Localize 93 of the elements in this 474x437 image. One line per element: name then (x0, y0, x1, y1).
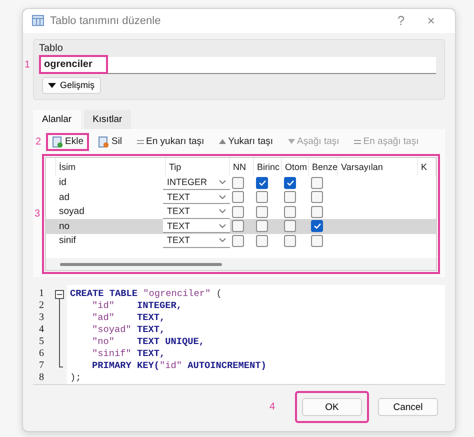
chevron-icon (219, 194, 226, 199)
type-dropdown[interactable]: TEXT (163, 234, 230, 248)
type-dropdown[interactable]: TEXT (163, 219, 230, 234)
column-header: NN (230, 158, 254, 176)
checkbox[interactable] (311, 234, 323, 247)
toolbar-button[interactable]: Ekle (49, 136, 86, 148)
line-number: 8 (38, 372, 45, 384)
caret-icon (48, 82, 56, 88)
checkbox[interactable] (256, 234, 268, 247)
line-number: 4 (38, 324, 45, 336)
column-header: Otom (282, 158, 309, 176)
table-row[interactable]: ad TEXT (46, 190, 436, 204)
table-row[interactable]: id INTEGER (46, 176, 436, 190)
group-label: Tablo (39, 42, 64, 54)
checkmark-icon (314, 223, 320, 230)
table-cell-text: id (58, 176, 68, 190)
checkbox[interactable] (232, 234, 244, 247)
callout-number: 2 (35, 136, 41, 147)
code-line: CREATE TABLE "ogrenciler" ( (70, 288, 223, 300)
checkbox[interactable] (256, 191, 268, 204)
toolbar-button[interactable]: En yukarı taşı (134, 136, 208, 147)
document-icon (52, 136, 63, 148)
code-line: "soyad" TEXT, (91, 324, 166, 336)
tab[interactable]: Kısıtlar (84, 110, 132, 128)
tab[interactable]: Alanlar (33, 110, 81, 128)
checkbox[interactable] (256, 176, 268, 189)
line-number: 3 (38, 312, 45, 324)
checkbox[interactable] (311, 176, 323, 189)
checkmark-icon (286, 180, 294, 186)
table-row[interactable]: soyad TEXT (46, 204, 436, 219)
column-header: Varsayılan (338, 158, 418, 176)
checkbox[interactable] (256, 206, 268, 218)
line-number: 5 (38, 336, 45, 348)
chevron-icon (219, 238, 226, 242)
checkbox[interactable] (232, 176, 244, 189)
double-line-icon (137, 138, 144, 144)
checkbox[interactable] (311, 191, 323, 204)
checkbox[interactable] (232, 220, 244, 232)
advanced-button[interactable]: Gelişmiş (42, 76, 101, 94)
table-cell-text: no (58, 220, 71, 234)
toolbar-button[interactable]: Yukarı taşı (216, 136, 276, 147)
line-number: 2 (38, 300, 45, 312)
help-button[interactable]: ? (389, 13, 413, 28)
column-header: Birinc (254, 158, 282, 176)
close-button[interactable]: × (419, 13, 443, 28)
code-line: "id" INTEGER, (91, 300, 184, 312)
table-cell-text: sinif (58, 234, 77, 248)
type-dropdown[interactable]: INTEGER (163, 176, 230, 190)
toolbar-button[interactable]: Sil (95, 136, 126, 148)
checkmark-icon (258, 180, 266, 186)
callout-number: 4 (269, 402, 275, 412)
scrollbar-thumb[interactable] (60, 262, 222, 266)
checkbox[interactable] (284, 234, 296, 247)
fold-marker-icon (55, 290, 64, 368)
chevron-icon (219, 180, 226, 184)
double-line-icon (354, 138, 362, 144)
checkbox[interactable] (232, 206, 244, 218)
table-row[interactable]: no TEXT (46, 219, 436, 234)
checkbox[interactable] (232, 191, 244, 204)
column-header: İsim (56, 158, 166, 176)
window-title: Tablo tanımını düzenle (50, 14, 162, 27)
callout-number: 3 (34, 208, 40, 220)
code-line: "ad" TEXT, (91, 312, 166, 324)
code-line: PRIMARY KEY("id" AUTOINCREMENT) (91, 360, 268, 372)
table-cell-text: soyad (58, 205, 86, 219)
code-line: ); (70, 372, 82, 384)
checkbox[interactable] (284, 220, 296, 232)
callout-number: 1 (24, 60, 30, 70)
line-number: 7 (38, 360, 45, 372)
table-icon (32, 15, 44, 26)
type-dropdown[interactable]: TEXT (163, 204, 230, 219)
column-header: K (418, 158, 436, 176)
up-triangle-icon (219, 139, 226, 144)
chevron-icon (219, 209, 226, 214)
line-number: 6 (38, 348, 45, 360)
table-cell-text: ad (58, 190, 71, 204)
table-name-field[interactable]: ogrenciler (39, 56, 436, 74)
dialog-button[interactable]: Cancel (378, 398, 438, 416)
down-triangle-icon (288, 139, 296, 144)
table-row[interactable]: sinif TEXT (46, 234, 436, 248)
checkbox[interactable] (256, 220, 268, 232)
column-header: Benze (309, 158, 338, 176)
checkbox[interactable] (284, 191, 296, 204)
dialog-button[interactable]: OK (302, 398, 362, 416)
checkbox[interactable] (311, 206, 323, 218)
checkbox[interactable] (284, 206, 296, 218)
code-line: "no" TEXT UNIQUE, (91, 336, 206, 348)
line-number: 1 (38, 288, 45, 300)
checkbox[interactable] (284, 176, 296, 189)
checkbox[interactable] (311, 220, 323, 232)
document-icon (98, 136, 110, 148)
code-line: "sinif" TEXT, (91, 348, 166, 360)
chevron-icon (219, 224, 226, 228)
